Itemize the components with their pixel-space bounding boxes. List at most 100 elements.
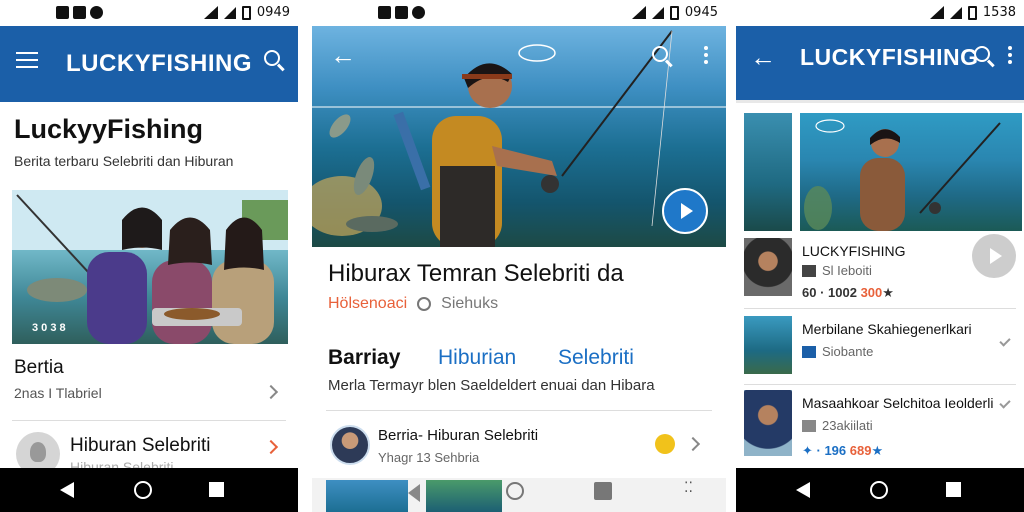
wifi-icon xyxy=(631,6,646,19)
featured-photo-illustration xyxy=(12,190,288,344)
thumbnail[interactable] xyxy=(426,480,502,512)
notification-icons xyxy=(56,6,103,19)
thumbnail xyxy=(744,238,792,296)
featured-video-illustration xyxy=(804,119,1001,231)
thumbnail xyxy=(744,390,792,456)
chevron-right-icon xyxy=(263,384,279,400)
featured-photo[interactable]: 3 0 3 8 xyxy=(12,190,288,344)
signal-icon xyxy=(223,6,236,19)
list-item-title: Merbilane Skahiegenerlkari xyxy=(802,321,972,337)
list-item[interactable]: Masaahkoar Selchitoa Ieolderli 23akiilat… xyxy=(736,388,1024,468)
nav-home-icon[interactable] xyxy=(506,482,524,500)
back-arrow-icon[interactable]: ← xyxy=(750,44,776,70)
wifi-icon xyxy=(203,6,218,19)
page-title: LuckyyFishing xyxy=(14,114,204,144)
more-vert-icon[interactable] xyxy=(1008,46,1012,67)
list-item[interactable]: LUCKYFISHING Sl Ieboiti 60 · 1002 300★ xyxy=(736,236,1024,306)
list-item-subtitle: Sl Ieboiti xyxy=(802,263,872,278)
status-time: 1538 xyxy=(982,5,1016,20)
nav-recents-icon[interactable] xyxy=(946,482,961,497)
chevron-right-icon xyxy=(263,439,279,455)
photo-caption: 3 0 3 8 xyxy=(32,322,66,334)
divider xyxy=(744,308,1016,309)
list-item-title: Hiburan Selebriti xyxy=(70,435,211,456)
nav-back-icon[interactable] xyxy=(408,484,420,502)
item-stats: 60 · 1002 300★ xyxy=(802,285,894,300)
nav-back-icon[interactable] xyxy=(60,482,74,498)
nav-back-icon[interactable] xyxy=(796,482,810,498)
nav-recents-icon[interactable] xyxy=(594,482,612,500)
tab-selebriti[interactable]: Selebriti xyxy=(558,346,634,370)
list-item[interactable]: Hiburan Selebriti Hiburan Selebriti xyxy=(0,424,298,476)
search-icon xyxy=(417,297,432,311)
status-dot xyxy=(655,434,675,454)
checkmark-icon xyxy=(999,397,1011,409)
list-item-title: Berria- Hiburan Selebriti xyxy=(378,427,539,444)
list-item-title: Bertia xyxy=(14,357,64,378)
status-time: 0945 xyxy=(684,5,718,20)
phone-screen-home: 0949 LUCKYFISHING LuckyyFishing Berita t… xyxy=(0,0,298,512)
thumbnail[interactable] xyxy=(326,480,408,512)
search-icon[interactable] xyxy=(974,46,990,62)
app-title: LUCKYFISHING xyxy=(800,44,979,70)
divider xyxy=(12,420,286,421)
list-item-title: LUCKYFISHING xyxy=(802,243,906,259)
list-item-subtitle: 2nas I Tlabriel xyxy=(14,385,102,401)
featured-video-thumbnail[interactable] xyxy=(800,113,1022,231)
page-subtitle: Berita terbaru Selebriti dan Hiburan xyxy=(14,153,234,169)
article-meta: Hölsenoaci Siehuks xyxy=(328,295,498,313)
search-icon[interactable] xyxy=(652,46,668,62)
battery-icon xyxy=(241,5,251,20)
phone-screen-article: 0945 ← Hiburax Temran Selebriti da Hölse… xyxy=(312,0,726,512)
item-stats: ✦ · 196 689★ xyxy=(802,443,884,458)
tab-hiburian[interactable]: Hiburian xyxy=(438,346,516,370)
checkmark-icon xyxy=(999,335,1011,347)
meta-search-label[interactable]: Siehuks xyxy=(441,295,498,313)
thumbnail[interactable] xyxy=(744,113,792,231)
chevron-right-icon xyxy=(685,436,701,452)
hero-video[interactable]: ← xyxy=(312,26,726,247)
thumbnail xyxy=(744,316,792,374)
notification-icons xyxy=(378,6,425,19)
status-bar: 0949 xyxy=(0,0,298,26)
nav-home-icon[interactable] xyxy=(134,481,152,499)
back-arrow-icon[interactable]: ← xyxy=(330,42,356,68)
more-vert-icon[interactable] xyxy=(704,46,708,67)
bottom-toolbar: ⁚⁚ xyxy=(312,478,726,512)
search-icon[interactable] xyxy=(264,50,280,66)
app-title: LUCKYFISHING xyxy=(66,50,252,77)
list-item-title: Masaahkoar Selchitoa Ieolderli xyxy=(802,395,994,411)
system-nav-bar xyxy=(0,468,298,512)
status-bar: 0945 xyxy=(312,0,726,26)
nav-home-icon[interactable] xyxy=(870,481,888,499)
divider xyxy=(744,384,1016,385)
list-item[interactable]: Berria- Hiburan Selebriti Yhagr 13 Sehbr… xyxy=(312,416,726,472)
battery-icon xyxy=(669,5,679,20)
status-bar: 1538 xyxy=(736,0,1024,26)
article-headline: Hiburax Temran Selebriti da xyxy=(328,260,624,287)
list-item-subtitle: Siobante xyxy=(802,344,873,359)
list-item[interactable]: Bertia 2nas I Tlabriel xyxy=(0,350,298,420)
article-description: Merla Termayr blen Saeldeldert enuai dan… xyxy=(328,377,655,394)
app-bar: LUCKYFISHING xyxy=(0,26,298,102)
menu-icon[interactable] xyxy=(16,52,38,73)
app-bar: ← LUCKYFISHING xyxy=(736,26,1024,100)
signal-icon xyxy=(651,6,664,19)
grid-dots-icon[interactable]: ⁚⁚ xyxy=(684,480,694,500)
article-source[interactable]: Hölsenoaci xyxy=(328,295,407,313)
list-item-subtitle: 23akiilati xyxy=(802,418,873,433)
list-item-subtitle: Yhagr 13 Sehbria xyxy=(378,450,480,465)
battery-icon xyxy=(967,5,977,20)
status-time: 0949 xyxy=(256,5,290,20)
nav-recents-icon[interactable] xyxy=(209,482,224,497)
tab-barriay[interactable]: Barriay xyxy=(328,346,400,370)
play-icon[interactable] xyxy=(662,188,708,234)
avatar xyxy=(330,425,370,465)
signal-icon xyxy=(949,6,962,19)
wifi-icon xyxy=(929,6,944,19)
divider xyxy=(326,410,712,411)
list-item[interactable]: Merbilane Skahiegenerlkari Siobante xyxy=(736,312,1024,382)
tab-indicator-track xyxy=(736,100,1024,103)
phone-screen-list: 1538 ← LUCKYFISHING LUCKYFISHING Sl Iebo… xyxy=(736,0,1024,512)
system-nav-bar xyxy=(736,468,1024,512)
